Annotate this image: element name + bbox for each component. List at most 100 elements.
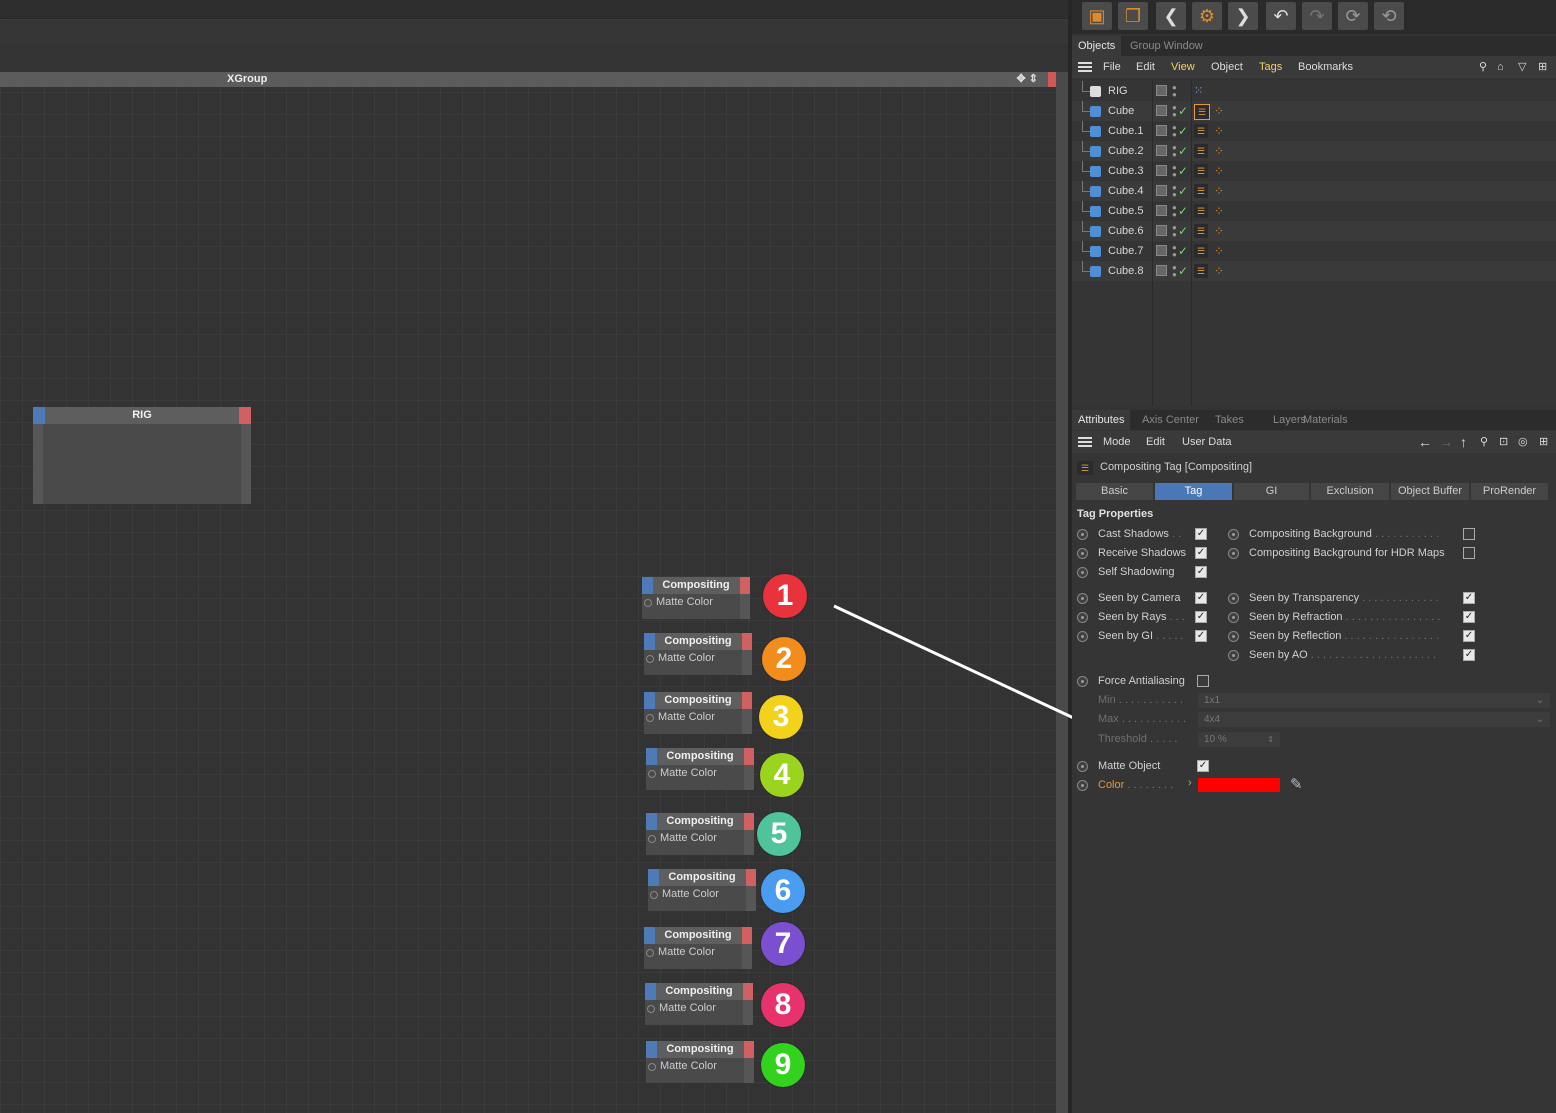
keyframe-radio[interactable]	[1228, 548, 1239, 559]
back-icon[interactable]: ❮	[1156, 2, 1186, 30]
compositing-tag-icon[interactable]: ☰	[1194, 144, 1208, 158]
visibility-dots-icon[interactable]: ● ●	[1172, 124, 1177, 139]
max-select[interactable]: 4x4 ⌄	[1198, 712, 1550, 727]
tab-objects[interactable]: Objects	[1072, 36, 1122, 56]
keyframe-radio[interactable]	[1077, 529, 1088, 540]
compositing-tag-icon[interactable]: ☰	[1194, 264, 1208, 278]
force-antialiasing-checkbox[interactable]	[1197, 675, 1209, 687]
tab-materials[interactable]: Materials	[1297, 410, 1354, 430]
tab-takes[interactable]: Takes	[1209, 410, 1250, 430]
layer-flag-icon[interactable]	[1156, 265, 1167, 276]
list-item[interactable]: Cube.6 ● ● ✓ ☰ ⁘	[1072, 221, 1556, 241]
layer-flag-icon[interactable]	[1156, 205, 1167, 216]
subtab-object-buffer[interactable]: Object Buffer	[1391, 483, 1469, 500]
search-icon[interactable]: ⚲	[1479, 56, 1487, 78]
up-arrow-icon[interactable]: ↑	[1460, 431, 1467, 453]
refresh-icon[interactable]: ⟳	[1338, 2, 1368, 30]
save-incremental-icon[interactable]: ❐	[1118, 2, 1148, 30]
property-checkbox[interactable]: ✓	[1463, 611, 1475, 623]
layer-flag-icon[interactable]	[1156, 105, 1167, 116]
compositing-tag-icon[interactable]: ☰	[1194, 164, 1208, 178]
forward-icon[interactable]: ❯	[1228, 2, 1258, 30]
visibility-dots-icon[interactable]: ● ●	[1172, 204, 1177, 219]
keyframe-radio[interactable]	[1077, 780, 1088, 791]
subtab-prorender[interactable]: ProRender	[1471, 483, 1548, 500]
subtab-basic[interactable]: Basic	[1076, 483, 1153, 500]
list-item[interactable]: Cube.4 ● ● ✓ ☰ ⁘	[1072, 181, 1556, 201]
min-select[interactable]: 1x1 ⌄	[1198, 693, 1550, 708]
enabled-check-icon[interactable]: ✓	[1178, 221, 1188, 241]
property-checkbox[interactable]: ✓	[1195, 592, 1207, 604]
keyframe-radio[interactable]	[1228, 650, 1239, 661]
subtab-tag[interactable]: Tag	[1155, 483, 1232, 500]
menu-file[interactable]: File	[1103, 56, 1121, 78]
menu-mode[interactable]: Mode	[1103, 431, 1131, 453]
layer-flag-icon[interactable]	[1156, 185, 1167, 196]
property-checkbox[interactable]: ✓	[1195, 611, 1207, 623]
list-item[interactable]: Cube.3 ● ● ✓ ☰ ⁘	[1072, 161, 1556, 181]
material-tag-icon[interactable]: ⁘	[1214, 223, 1224, 239]
new-panel-icon[interactable]: ⊞	[1539, 431, 1548, 453]
visibility-dots-icon[interactable]: ● ●	[1172, 164, 1177, 179]
property-checkbox[interactable]: ✓	[1195, 528, 1207, 540]
enabled-check-icon[interactable]: ✓	[1178, 181, 1188, 201]
new-panel-icon[interactable]: ⊞	[1538, 56, 1547, 78]
property-checkbox[interactable]: ✓	[1463, 630, 1475, 642]
property-checkbox[interactable]: ✓	[1463, 592, 1475, 604]
compositing-tag-icon[interactable]: ☰	[1194, 184, 1208, 198]
enabled-check-icon[interactable]: ✓	[1178, 161, 1188, 181]
list-item[interactable]: Cube.8 ● ● ✓ ☰ ⁘	[1072, 261, 1556, 281]
keyframe-radio[interactable]	[1077, 761, 1088, 772]
list-item[interactable]: Cube.1 ● ● ✓ ☰ ⁘	[1072, 121, 1556, 141]
layer-flag-icon[interactable]	[1156, 225, 1167, 236]
menu-tags[interactable]: Tags	[1259, 56, 1282, 78]
enabled-check-icon[interactable]: ✓	[1178, 101, 1188, 121]
property-checkbox[interactable]	[1463, 528, 1475, 540]
search-icon[interactable]: ⚲	[1480, 431, 1488, 453]
redo-icon[interactable]: ↷	[1302, 2, 1332, 30]
compositing-tag-icon[interactable]: ☰	[1194, 104, 1210, 120]
visibility-dots-icon[interactable]: ● ●	[1172, 224, 1177, 239]
menu-edit[interactable]: Edit	[1136, 56, 1155, 78]
material-tag-icon[interactable]: ⁘	[1214, 143, 1224, 159]
material-tag-icon[interactable]: ⁘	[1214, 263, 1224, 279]
keyframe-radio[interactable]	[1077, 567, 1088, 578]
property-checkbox[interactable]: ✓	[1195, 566, 1207, 578]
back-arrow-icon[interactable]: ←	[1418, 431, 1432, 453]
target-icon[interactable]: ◎	[1518, 431, 1528, 453]
save-icon[interactable]: ▣	[1082, 2, 1112, 30]
render-settings-icon[interactable]: ⚙	[1192, 2, 1222, 30]
tab-attributes[interactable]: Attributes	[1072, 410, 1131, 430]
material-tag-icon[interactable]: ⁘	[1214, 183, 1224, 199]
material-tag-icon[interactable]: ⁘	[1214, 103, 1224, 119]
property-checkbox[interactable]: ✓	[1195, 547, 1207, 559]
stepper-icon[interactable]: ⇕	[1267, 732, 1274, 747]
visibility-dots-icon[interactable]: ● ●	[1172, 244, 1177, 259]
list-item[interactable]: Cube.7 ● ● ✓ ☰ ⁘	[1072, 241, 1556, 261]
material-tag-icon[interactable]: ⁘	[1214, 123, 1224, 139]
visibility-dots-icon[interactable]: ● ●	[1172, 184, 1177, 199]
filter-icon[interactable]: ▽	[1518, 56, 1526, 78]
keyframe-radio[interactable]	[1228, 593, 1239, 604]
layer-flag-icon[interactable]	[1156, 85, 1167, 96]
material-tag-icon[interactable]: ⁘	[1214, 203, 1224, 219]
layer-flag-icon[interactable]	[1156, 125, 1167, 136]
home-icon[interactable]: ⌂	[1497, 56, 1504, 78]
list-item[interactable]: Cube.2 ● ● ✓ ☰ ⁘	[1072, 141, 1556, 161]
property-checkbox[interactable]	[1463, 547, 1475, 559]
menu-edit[interactable]: Edit	[1146, 431, 1165, 453]
property-checkbox[interactable]: ✓	[1463, 649, 1475, 661]
keyframe-radio[interactable]	[1077, 676, 1088, 687]
keyframe-radio[interactable]	[1228, 631, 1239, 642]
list-item[interactable]: Cube ● ● ✓ ☰ ⁘	[1072, 101, 1556, 121]
enabled-check-icon[interactable]: ✓	[1178, 141, 1188, 161]
keyframe-radio[interactable]	[1077, 593, 1088, 604]
enabled-check-icon[interactable]: ✓	[1178, 121, 1188, 141]
threshold-input[interactable]: 10 % ⇕	[1198, 732, 1280, 747]
menu-object[interactable]: Object	[1211, 56, 1243, 78]
subtab-gi[interactable]: GI	[1234, 483, 1309, 500]
visibility-dots-icon[interactable]: ● ●	[1172, 104, 1177, 119]
compositing-tag-icon[interactable]: ☰	[1194, 204, 1208, 218]
visibility-dots-icon[interactable]: ● ●	[1172, 264, 1177, 279]
menu-icon[interactable]	[1078, 437, 1092, 447]
